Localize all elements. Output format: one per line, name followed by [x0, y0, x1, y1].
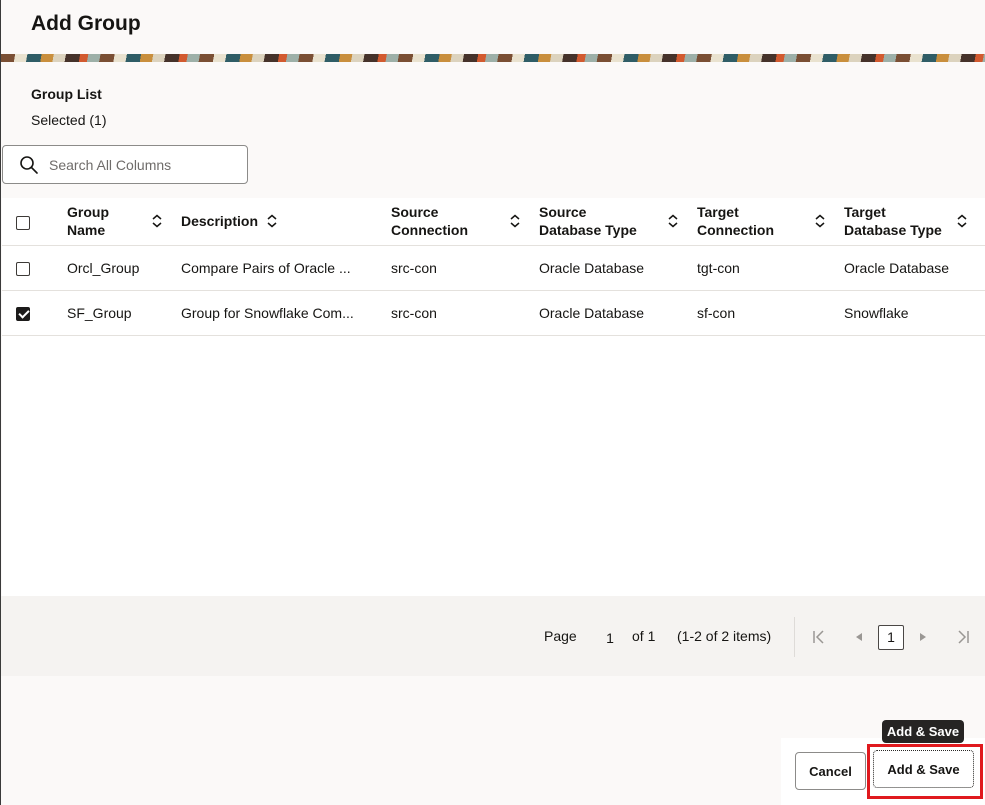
column-header-target-database-type[interactable]: Target Database Type: [844, 198, 985, 245]
add-save-tooltip: Add & Save: [882, 720, 964, 743]
cell-source-database-type: Oracle Database: [539, 259, 645, 276]
row-checkbox[interactable]: [16, 261, 30, 276]
cancel-button[interactable]: Cancel: [795, 752, 866, 790]
previous-page-button[interactable]: [849, 627, 869, 647]
search-box[interactable]: [2, 145, 248, 184]
table-row[interactable]: Orcl_Group Compare Pairs of Oracle ... s…: [2, 245, 985, 290]
sort-icon[interactable]: [151, 214, 163, 228]
search-icon: [20, 156, 38, 174]
search-input[interactable]: [49, 154, 239, 176]
row-select-cell: [2, 245, 67, 290]
decorative-banner: [1, 54, 985, 62]
last-page-icon: [958, 630, 969, 644]
pagination-divider: [794, 617, 795, 657]
column-header-description[interactable]: Description: [181, 198, 391, 245]
cell-group-name: SF_Group: [67, 304, 132, 321]
add-group-dialog: Add Group Group List Selected (1) Search…: [0, 0, 985, 805]
select-all-checkbox[interactable]: [16, 215, 30, 230]
table-row[interactable]: SF_Group Group for Snowflake Com... src-…: [2, 290, 985, 335]
table-header-row: GroupName Description SourceConnection: [2, 198, 985, 245]
page-label: Page: [544, 628, 577, 644]
sort-icon[interactable]: [814, 214, 826, 228]
group-table: GroupName Description SourceConnection: [2, 198, 985, 336]
cell-source-connection: src-con: [391, 304, 437, 321]
cell-target-database-type: Snowflake: [844, 304, 909, 321]
column-header-source-connection[interactable]: Source Connection: [391, 198, 539, 245]
page-number-input[interactable]: [599, 627, 621, 649]
cell-target-connection: sf-con: [697, 304, 736, 321]
row-checkbox[interactable]: [16, 306, 30, 321]
group-list-label: Group List: [31, 86, 102, 102]
next-page-icon: [920, 633, 926, 641]
cell-source-database-type: Oracle Database: [539, 304, 645, 321]
row-select-cell: [2, 290, 67, 335]
cell-group-name: Orcl_Group: [67, 259, 140, 276]
column-header-target-connection[interactable]: Target Connection: [697, 198, 844, 245]
group-table-container: GroupName Description SourceConnection: [2, 198, 985, 596]
sort-icon[interactable]: [509, 214, 521, 228]
first-page-button[interactable]: [809, 627, 829, 647]
selected-count: Selected (1): [31, 112, 107, 128]
select-all-cell: [2, 198, 67, 245]
sort-icon[interactable]: [266, 214, 278, 228]
cell-source-connection: src-con: [391, 259, 437, 276]
cell-target-database-type: Oracle Database: [844, 259, 950, 276]
column-header-group-name[interactable]: Group Name: [67, 198, 181, 245]
current-page-indicator[interactable]: 1: [878, 625, 904, 650]
sort-icon[interactable]: [956, 214, 968, 228]
cell-description: Group for Snowflake Com...: [181, 304, 354, 321]
cell-description: Compare Pairs of Oracle ...: [181, 259, 351, 276]
previous-page-icon: [856, 633, 862, 641]
dialog-title: Add Group: [31, 12, 141, 35]
next-page-button[interactable]: [913, 627, 933, 647]
items-range: (1-2 of 2 items): [677, 628, 772, 644]
sort-icon[interactable]: [667, 214, 679, 228]
cell-target-connection: tgt-con: [697, 259, 740, 276]
last-page-button[interactable]: [953, 627, 973, 647]
page-of-total: of 1: [632, 628, 656, 644]
add-save-button[interactable]: Add & Save: [873, 750, 974, 788]
pagination-bar: [1, 596, 985, 676]
dialog-header: Add Group: [1, 0, 985, 56]
first-page-icon: [813, 630, 824, 644]
column-header-source-database-type[interactable]: Source Database Type: [539, 198, 697, 245]
